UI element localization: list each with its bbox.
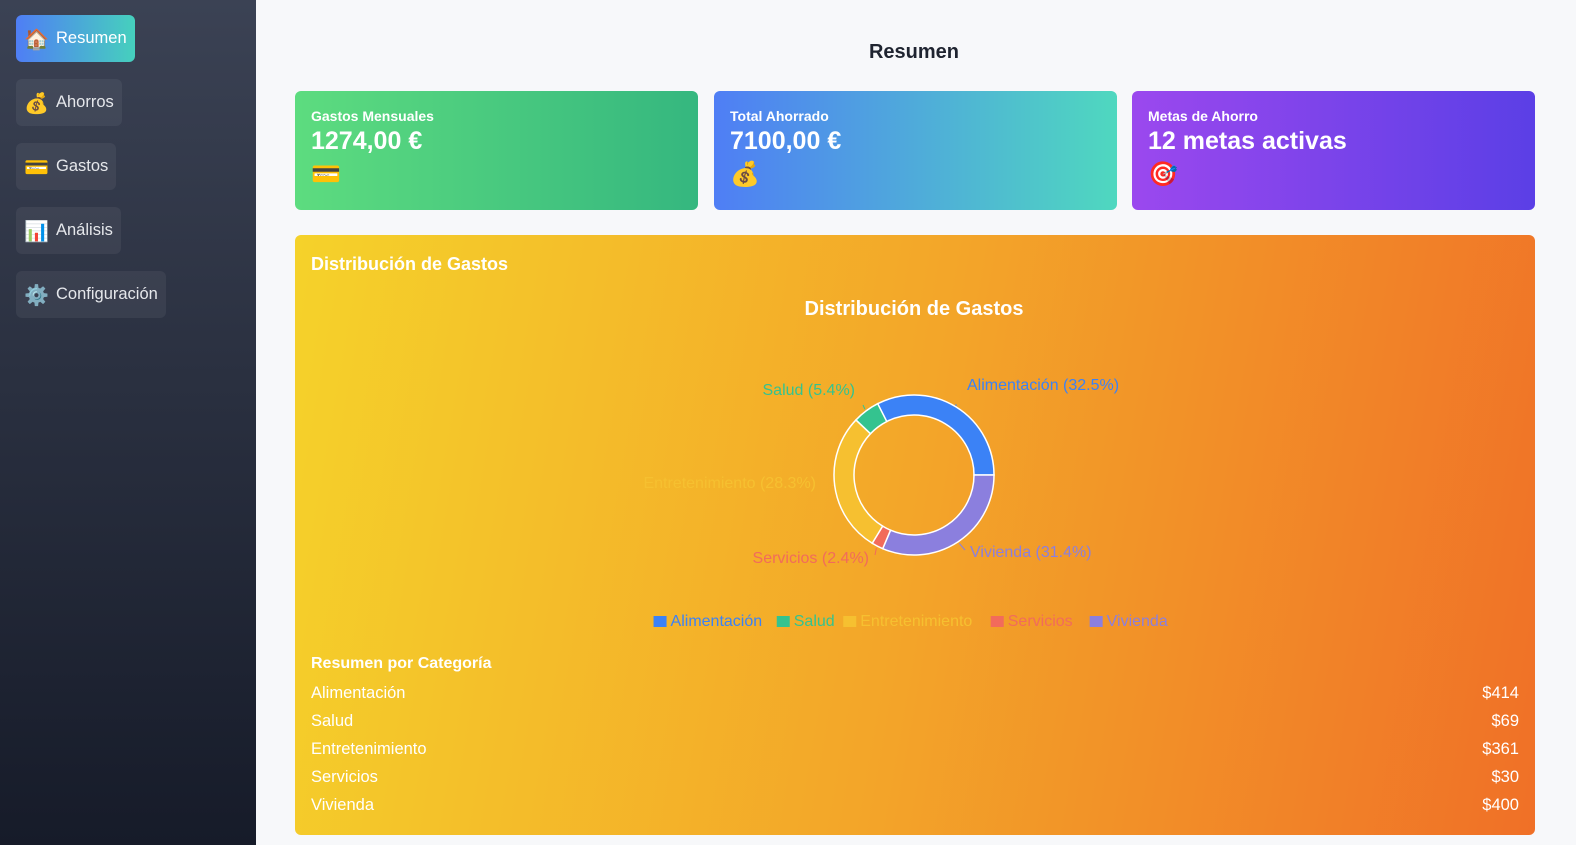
slice-label: Salud (5.4%) bbox=[763, 382, 856, 399]
credit-card-icon: 💳 bbox=[24, 154, 49, 179]
chart-title: Distribución de Gastos bbox=[805, 298, 1024, 320]
card-label: Gastos Mensuales bbox=[311, 108, 434, 124]
total-saved-card: Total Ahorrado 7100,00 € 💰 bbox=[714, 91, 1117, 210]
expense-distribution-panel: Distribución de Gastos Distribución de G… bbox=[295, 235, 1535, 835]
category-name: Servicios bbox=[311, 768, 378, 786]
sidebar-row: 💳 Gastos bbox=[0, 143, 256, 207]
slice-label: Alimentación (32.5%) bbox=[967, 377, 1119, 394]
summary-row: Vivienda $400 bbox=[311, 796, 1519, 824]
sidebar-item-label: Gastos bbox=[56, 157, 109, 175]
card-label: Metas de Ahorro bbox=[1148, 108, 1258, 124]
legend-swatch bbox=[990, 616, 1004, 627]
slice-entretenimiento[interactable] bbox=[833, 418, 884, 545]
legend-item[interactable]: Vivienda bbox=[1107, 613, 1168, 630]
money-bag-icon: 💰 bbox=[24, 90, 49, 115]
sidebar-item-1[interactable]: 💰 Ahorros bbox=[16, 79, 122, 126]
sidebar-item-4[interactable]: ⚙️ Configuración bbox=[16, 271, 166, 318]
category-name: Alimentación bbox=[311, 684, 406, 702]
category-amount: $361 bbox=[1482, 740, 1519, 758]
credit-card-icon: 💳 bbox=[311, 160, 341, 188]
legend-item[interactable]: Salud bbox=[794, 613, 835, 630]
sidebar-item-label: Análisis bbox=[56, 221, 113, 239]
summary-row: Servicios $30 bbox=[311, 768, 1519, 796]
monthly-expenses-card: Gastos Mensuales 1274,00 € 💳 bbox=[295, 91, 698, 210]
bar-chart-icon: 📊 bbox=[24, 218, 49, 243]
sidebar-item-2[interactable]: 💳 Gastos bbox=[16, 143, 117, 190]
category-summary-list: Alimentación $414 Salud $69 Entretenimiento $… bbox=[311, 684, 1519, 824]
category-name: Entretenimiento bbox=[311, 740, 427, 758]
slice-label: Servicios (2.4%) bbox=[753, 550, 869, 567]
main-content: Resumen Gastos Mensuales 1274,00 € 💳 Tot… bbox=[256, 0, 1576, 845]
category-name: Vivienda bbox=[311, 796, 374, 814]
house-icon: 🏠 bbox=[24, 26, 49, 51]
card-value: 12 metas activas bbox=[1148, 127, 1347, 155]
sidebar: 🏠 Resumen 💰 Ahorros 💳 Gastos 📊 Análisis ⚙️ Config… bbox=[0, 0, 256, 845]
legend-item[interactable]: Servicios bbox=[1008, 613, 1073, 630]
sidebar-item-3[interactable]: 📊 Análisis bbox=[16, 207, 121, 254]
sidebar-item-label: Configuración bbox=[56, 285, 158, 303]
category-amount: $400 bbox=[1482, 796, 1519, 814]
slice-label: Entretenimiento (28.3%) bbox=[643, 475, 816, 492]
slice-vivienda[interactable] bbox=[881, 474, 995, 556]
summary-row: Salud $69 bbox=[311, 712, 1519, 740]
slice-label: Vivienda (31.4%) bbox=[970, 544, 1092, 561]
card-label: Total Ahorrado bbox=[730, 108, 829, 124]
sidebar-item-label: Resumen bbox=[56, 29, 127, 47]
sidebar-item-label: Ahorros bbox=[56, 93, 114, 111]
legend-swatch bbox=[653, 616, 667, 627]
card-value: 7100,00 € bbox=[730, 127, 842, 155]
money-bag-icon: 💰 bbox=[730, 160, 760, 188]
page-title: Resumen bbox=[868, 41, 960, 63]
sidebar-row: 💰 Ahorros bbox=[0, 79, 256, 143]
category-name: Salud bbox=[311, 712, 354, 730]
target-icon: 🎯 bbox=[1148, 160, 1178, 188]
sidebar-row: 🏠 Resumen bbox=[0, 15, 256, 79]
legend-swatch bbox=[843, 616, 857, 627]
savings-goals-card: Metas de Ahorro 12 metas activas 🎯 bbox=[1132, 91, 1535, 210]
sidebar-row: ⚙️ Configuración bbox=[0, 271, 256, 335]
category-amount: $414 bbox=[1482, 684, 1519, 702]
slice-alimentación[interactable] bbox=[876, 394, 995, 476]
card-value: 1274,00 € bbox=[311, 127, 423, 155]
gear-icon: ⚙️ bbox=[24, 282, 49, 307]
category-amount: $69 bbox=[1491, 712, 1519, 730]
legend-item[interactable]: Alimentación bbox=[671, 613, 763, 630]
slice-leader-line bbox=[862, 404, 866, 410]
legend-item[interactable]: Entretenimiento bbox=[860, 613, 972, 630]
sidebar-item-0[interactable]: 🏠 Resumen bbox=[16, 15, 135, 62]
summary-title: Resumen por Categoría bbox=[311, 655, 492, 672]
donut-chart: Distribución de Gastos Alimentación (32.5… bbox=[643, 298, 1168, 630]
legend-swatch bbox=[776, 616, 790, 627]
slice-leader-line bbox=[958, 543, 966, 551]
summary-row: Entretenimiento $361 bbox=[311, 740, 1519, 768]
legend-swatch bbox=[1089, 616, 1103, 627]
summary-row: Alimentación $414 bbox=[311, 684, 1519, 712]
sidebar-row: 📊 Análisis bbox=[0, 207, 256, 271]
slice-leader-line bbox=[874, 547, 877, 556]
category-amount: $30 bbox=[1491, 768, 1519, 786]
